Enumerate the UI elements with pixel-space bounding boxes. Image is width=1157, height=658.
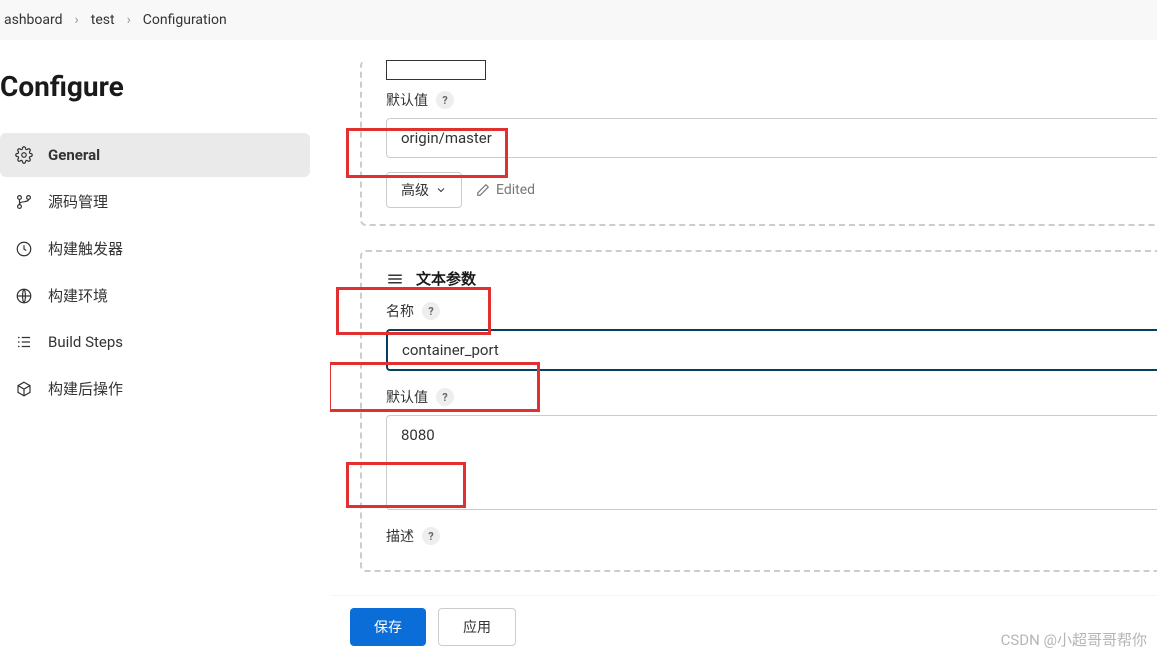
sidebar-item-build-steps[interactable]: Build Steps [0,320,310,364]
globe-icon [14,286,34,306]
description-label: 描述 [386,526,414,546]
breadcrumb-item-dashboard[interactable]: ashboard [0,12,67,28]
sidebar-item-environment[interactable]: 构建环境 [0,273,310,318]
breadcrumb: ashboard › test › Configuration [0,0,1157,40]
truncated-field[interactable] [386,60,486,80]
drag-handle-icon[interactable] [386,270,404,288]
sidebar-item-triggers[interactable]: 构建触发器 [0,226,310,271]
pencil-icon [476,183,490,197]
default-value-input[interactable] [386,118,1157,158]
list-icon [14,332,34,352]
sidebar-item-label: 构建后操作 [48,378,123,399]
help-icon[interactable]: ? [436,91,454,109]
breadcrumb-item-test[interactable]: test [87,12,119,28]
chevron-right-icon: › [67,12,87,28]
default-value-label-2: 默认值 [386,387,428,407]
branch-icon [14,192,34,212]
chevron-right-icon: › [119,12,139,28]
package-icon [14,379,34,399]
name-input[interactable] [386,329,1157,371]
help-icon[interactable]: ? [422,527,440,545]
sidebar-item-label: General [48,146,100,164]
apply-button[interactable]: 应用 [438,608,516,646]
default-value-textarea[interactable] [386,415,1157,510]
name-label: 名称 [386,301,414,321]
parameter-block-2: 文本参数 名称 ? 默认值 ? 描述 ? [360,250,1157,572]
default-value-label: 默认值 [386,90,428,110]
chevron-down-icon [435,184,447,196]
sidebar-item-label: Build Steps [48,333,123,351]
footer-toolbar: 保存 应用 [330,595,1157,658]
page-title: Configure [0,40,310,133]
advanced-button[interactable]: 高级 [386,172,462,208]
help-icon[interactable]: ? [436,388,454,406]
breadcrumb-item-configuration[interactable]: Configuration [139,12,231,28]
advanced-label: 高级 [401,180,429,200]
help-icon[interactable]: ? [422,302,440,320]
sidebar-item-scm[interactable]: 源码管理 [0,179,310,224]
edited-indicator: Edited [476,182,535,198]
sidebar-item-label: 源码管理 [48,191,108,212]
sidebar-item-general[interactable]: General [0,133,310,177]
sidebar-item-label: 构建环境 [48,285,108,306]
parameter-block-1: 默认值 ? 高级 Edited [360,60,1157,226]
save-button[interactable]: 保存 [350,608,426,646]
sidebar-item-label: 构建触发器 [48,238,123,259]
section-header-label: 文本参数 [416,268,476,289]
sidebar-item-post-build[interactable]: 构建后操作 [0,366,310,411]
sidebar: Configure General 源码管理 构建触发器 [0,40,330,658]
clock-icon [14,239,34,259]
gear-icon [14,145,34,165]
main-content: 默认值 ? 高级 Edited 文本参数 [330,40,1157,658]
edited-label: Edited [496,182,535,198]
